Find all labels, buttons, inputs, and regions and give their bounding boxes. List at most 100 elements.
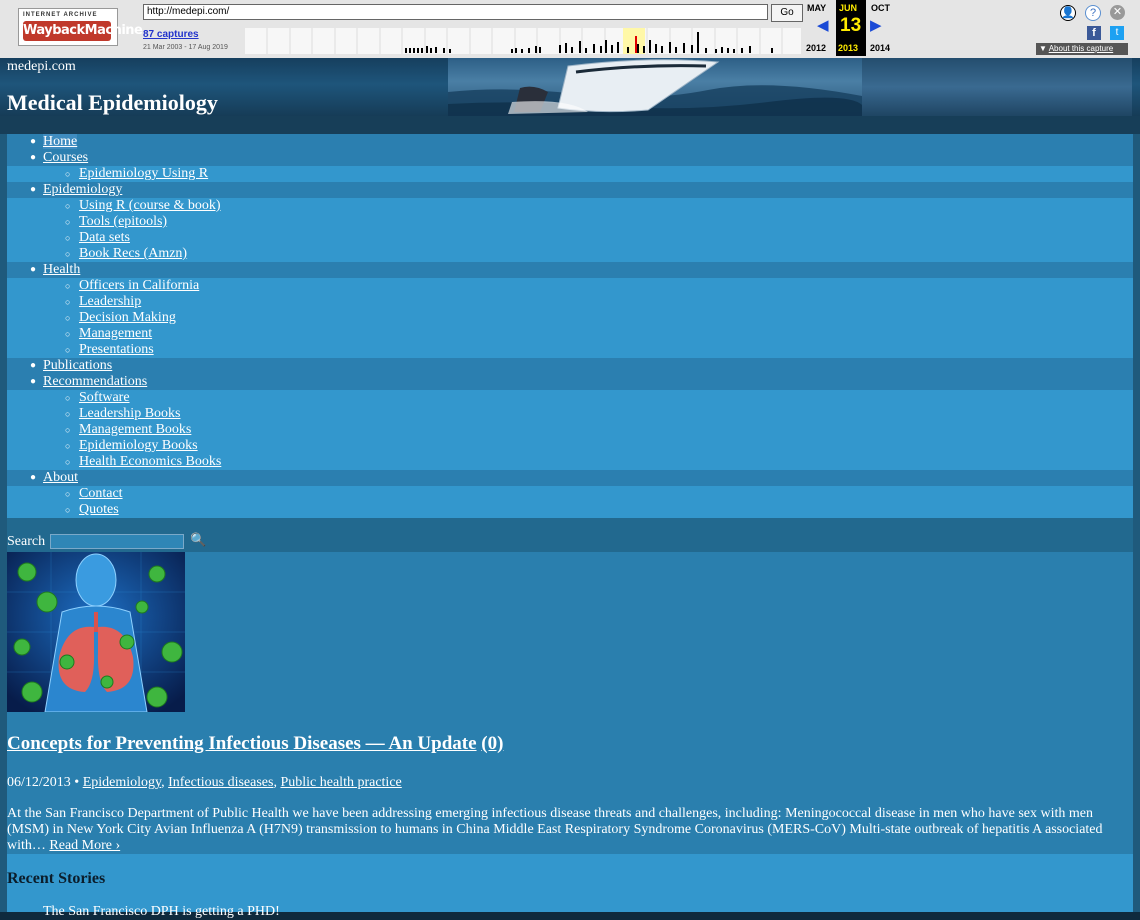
- sparkline-graphic: [266, 28, 783, 54]
- wayback-cur-day: 13: [840, 15, 862, 36]
- nav-link-about[interactable]: About: [43, 470, 78, 485]
- circle-bullet-icon: ○: [65, 233, 71, 243]
- nav-link-contact[interactable]: Contact: [79, 486, 123, 501]
- post-category-infectious-diseases[interactable]: Infectious diseases: [168, 775, 273, 790]
- bullet-icon: ●: [30, 472, 37, 483]
- circle-bullet-icon: ○: [65, 393, 71, 403]
- nav-item-health: ● Health: [7, 262, 1133, 278]
- post-article: Concepts for Preventing Infectious Disea…: [7, 552, 1133, 854]
- wayback-go-button[interactable]: Go: [771, 4, 803, 22]
- wayback-about-capture[interactable]: ▼ About this capture: [1036, 43, 1128, 55]
- nav-link-tools[interactable]: Tools (epitools): [79, 214, 167, 229]
- nav-link-health-economics-books[interactable]: Health Economics Books: [79, 454, 221, 469]
- header-windsurfer-photo: [448, 58, 862, 116]
- nav-link-data-sets[interactable]: Data sets: [79, 230, 130, 245]
- wayback-cur-month: JUN: [839, 3, 858, 13]
- nav-link-software[interactable]: Software: [79, 390, 130, 405]
- circle-bullet-icon: ○: [65, 489, 71, 499]
- wayback-prev-arrow-icon[interactable]: ◀: [817, 16, 829, 34]
- nav-item-about: ● About: [7, 470, 1133, 486]
- header-photo-graphic: [448, 59, 862, 116]
- twitter-icon[interactable]: t: [1110, 26, 1124, 40]
- nav-link-epidemiology-using-r[interactable]: Epidemiology Using R: [79, 166, 208, 181]
- close-icon[interactable]: ✕: [1110, 5, 1125, 20]
- caret-down-icon: ▼: [1039, 44, 1047, 53]
- left-margin: [0, 134, 7, 912]
- post-excerpt: At the San Francisco Department of Publi…: [7, 806, 1131, 854]
- post-category-epidemiology[interactable]: Epidemiology: [83, 775, 161, 790]
- nav-link-epidemiology-books[interactable]: Epidemiology Books: [79, 438, 198, 453]
- nav-subitem-management: ○ Management: [7, 326, 1133, 342]
- nav-link-epidemiology[interactable]: Epidemiology: [43, 182, 122, 197]
- nav-subitem-leadership-books: ○ Leadership Books: [7, 406, 1133, 422]
- search-input[interactable]: [50, 534, 184, 549]
- wayback-captures-link[interactable]: 87 captures: [143, 29, 199, 40]
- wayback-about-label: About this capture: [1048, 44, 1114, 53]
- wayback-next-year[interactable]: 2014: [870, 43, 890, 53]
- circle-bullet-icon: ○: [65, 281, 71, 291]
- circle-bullet-icon: ○: [65, 329, 71, 339]
- nav-link-management[interactable]: Management: [79, 326, 152, 341]
- wayback-url-input[interactable]: http://medepi.com/: [143, 4, 768, 20]
- wayback-toolbar: INTERNET ARCHIVE WaybackMachine http://m…: [0, 0, 1140, 60]
- recent-story-item[interactable]: The San Francisco DPH is getting a PHD!: [43, 904, 280, 920]
- nav-subitem-epidemiology-using-r: ○ Epidemiology Using R: [7, 166, 1133, 182]
- site-header: medepi.com Medical Epidemiology: [0, 58, 1140, 116]
- nav-link-using-r[interactable]: Using R (course & book): [79, 198, 221, 213]
- wayback-prev-year[interactable]: 2012: [806, 43, 826, 53]
- facebook-icon[interactable]: f: [1087, 26, 1101, 40]
- help-icon[interactable]: ?: [1085, 5, 1101, 21]
- nav-link-home[interactable]: Home: [43, 134, 78, 149]
- wayback-prev-month[interactable]: MAY: [807, 3, 826, 13]
- header-water-photo: [862, 58, 1132, 116]
- nav-link-management-books[interactable]: Management Books: [79, 422, 191, 437]
- site-domain[interactable]: medepi.com: [7, 59, 76, 75]
- circle-bullet-icon: ○: [65, 425, 71, 435]
- nav-subitem-decision-making: ○ Decision Making: [7, 310, 1133, 326]
- nav-link-officers[interactable]: Officers in California: [79, 278, 199, 293]
- nav-link-recommendations[interactable]: Recommendations: [43, 374, 147, 389]
- post-thumbnail[interactable]: [7, 552, 185, 712]
- circle-bullet-icon: ○: [65, 441, 71, 451]
- nav-link-leadership[interactable]: Leadership: [79, 294, 141, 309]
- nav-subitem-contact: ○ Contact: [7, 486, 1133, 502]
- wayback-logo-main: WaybackMachine: [23, 21, 143, 41]
- nav-link-presentations[interactable]: Presentations: [79, 342, 154, 357]
- nav-link-quotes[interactable]: Quotes: [79, 502, 119, 517]
- wayback-cur-year: 2013: [838, 43, 859, 53]
- nav-link-publications[interactable]: Publications: [43, 358, 112, 373]
- search-icon[interactable]: 🔍: [190, 532, 206, 548]
- post-title: Concepts for Preventing Infectious Disea…: [7, 733, 503, 755]
- nav-subitem-using-r: ○ Using R (course & book): [7, 198, 1133, 214]
- nav-link-book-recs[interactable]: Book Recs (Amzn): [79, 246, 187, 261]
- bullet-icon: ●: [30, 152, 37, 163]
- nav-item-courses: ● Courses: [7, 150, 1133, 166]
- wayback-next-month[interactable]: OCT: [871, 3, 890, 13]
- post-comments-link[interactable]: (0): [481, 733, 503, 754]
- nav-link-leadership-books[interactable]: Leadership Books: [79, 406, 180, 421]
- user-account-icon[interactable]: 👤: [1060, 5, 1076, 21]
- circle-bullet-icon: ○: [65, 457, 71, 467]
- wayback-next-arrow-icon[interactable]: ▶: [870, 16, 882, 34]
- nav-item-recommendations: ● Recommendations: [7, 374, 1133, 390]
- circle-bullet-icon: ○: [65, 297, 71, 307]
- circle-bullet-icon: ○: [65, 169, 71, 179]
- nav-link-health[interactable]: Health: [43, 262, 80, 277]
- circle-bullet-icon: ○: [65, 201, 71, 211]
- wayback-capture-range: 21 Mar 2003 - 17 Aug 2019: [143, 44, 228, 51]
- nav-link-courses[interactable]: Courses: [43, 150, 88, 165]
- wayback-logo[interactable]: INTERNET ARCHIVE WaybackMachine: [18, 8, 143, 46]
- nav-link-decision-making[interactable]: Decision Making: [79, 310, 176, 325]
- wayback-capture-sparkline[interactable]: [245, 28, 801, 54]
- recent-stories-heading: Recent Stories: [7, 870, 106, 887]
- post-category-public-health[interactable]: Public health practice: [280, 775, 401, 790]
- bullet-icon: ●: [30, 376, 37, 387]
- nav-subitem-epidemiology-books: ○ Epidemiology Books: [7, 438, 1133, 454]
- main-nav: ● Home ● Courses ○ Epidemiology Using R ● Ep…: [7, 134, 1133, 518]
- read-more-link[interactable]: Read More ›: [49, 838, 120, 853]
- circle-bullet-icon: ○: [65, 249, 71, 259]
- right-margin: [1133, 134, 1140, 912]
- site-title[interactable]: Medical Epidemiology: [7, 90, 218, 116]
- nav-subitem-quotes: ○ Quotes: [7, 502, 1133, 518]
- post-title-link[interactable]: Concepts for Preventing Infectious Disea…: [7, 733, 477, 754]
